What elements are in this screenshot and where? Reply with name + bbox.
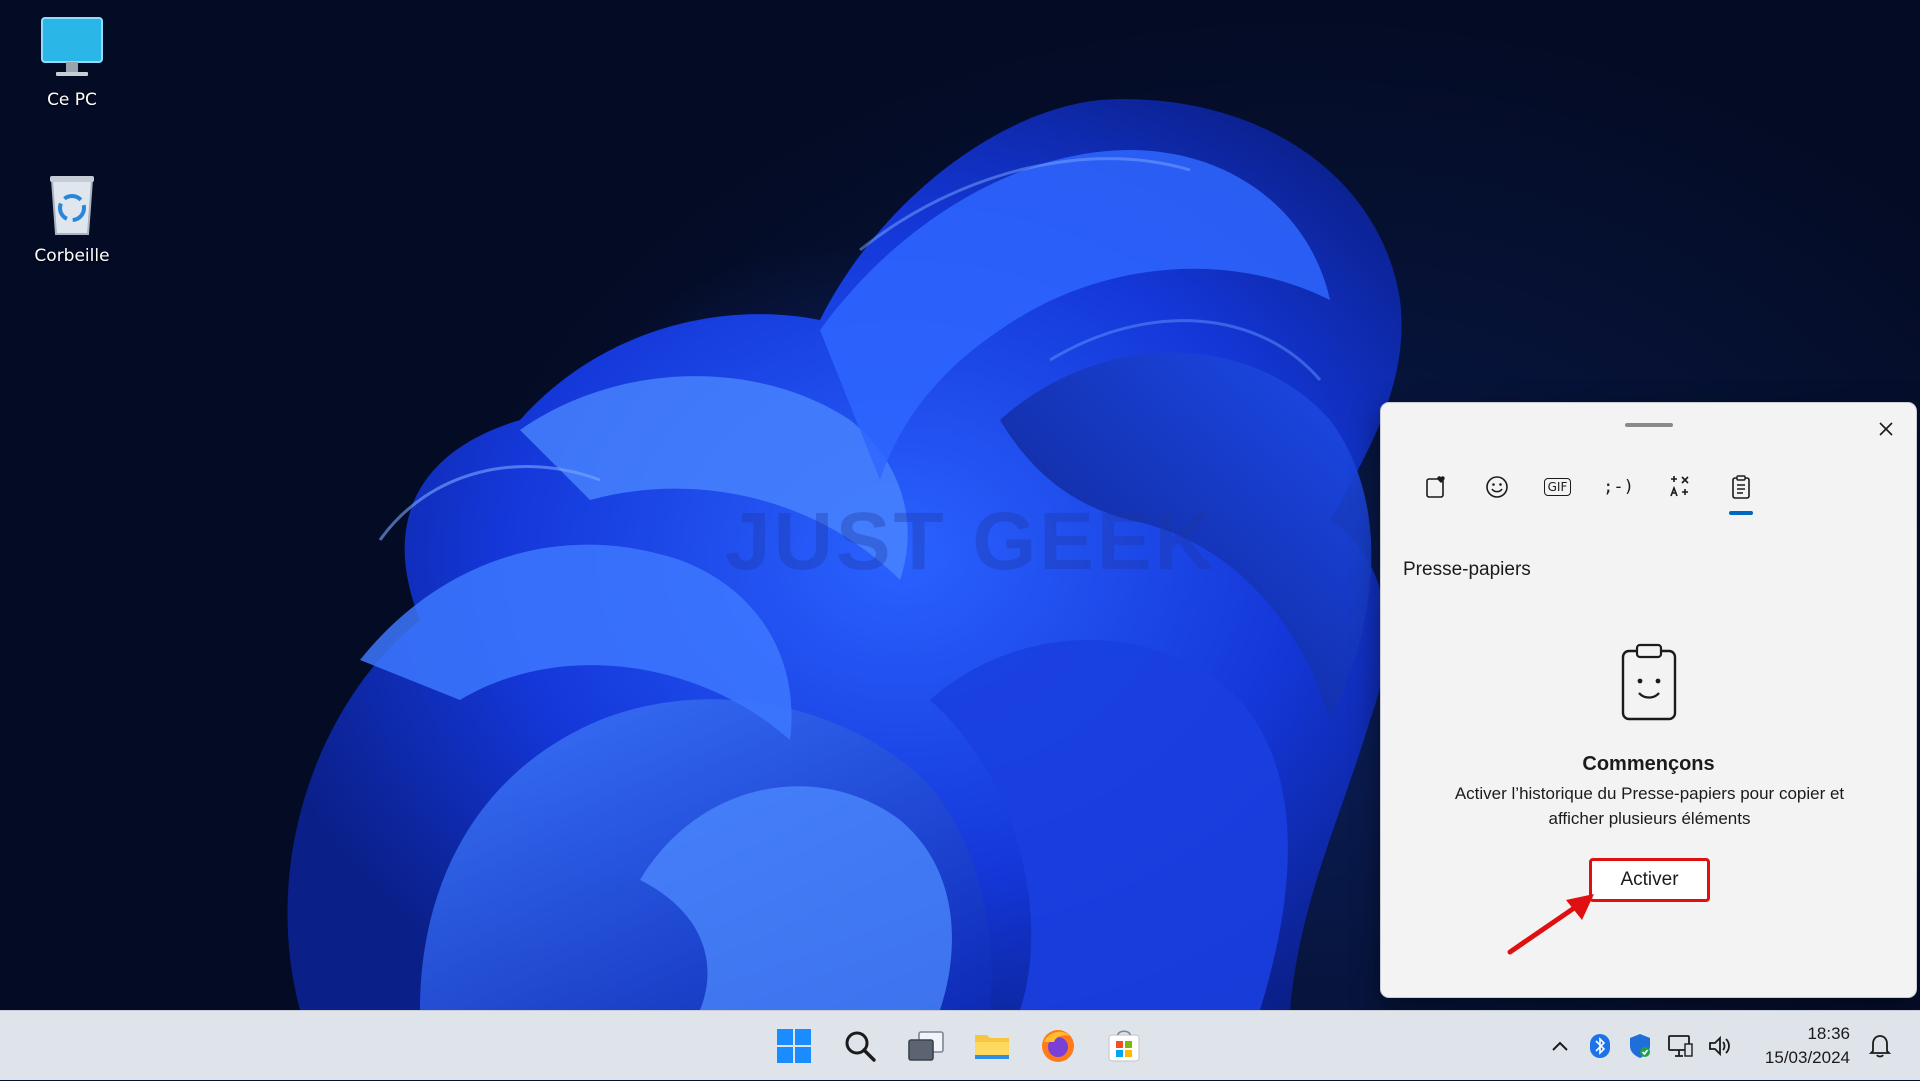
start-button[interactable] [770,1022,818,1070]
symbols-icon [1669,476,1689,497]
desktop-icon-label: Ce PC [47,90,97,110]
clipboard-icon [1731,475,1750,499]
clipboard-smile-icon [1621,643,1677,721]
windows-security-button[interactable] [1620,1026,1660,1066]
windows-logo-icon [777,1029,811,1063]
taskbar: 18:36 15/03/2024 [0,1010,1920,1080]
file-explorer-button[interactable] [968,1022,1016,1070]
empty-state-description: Activer l’historique du Presse-papiers p… [1454,784,1845,828]
watermark-text: JUST GEEK [725,496,1217,587]
clock-time: 18:36 [1807,1024,1850,1043]
volume-icon [1709,1035,1730,1057]
desktop-icon-ce-pc[interactable]: Ce PC [17,12,127,110]
monitor-icon [41,17,103,76]
clock[interactable]: 18:36 15/03/2024 [1740,1022,1850,1070]
notification-bell-icon [1869,1035,1891,1058]
security-shield-icon [1630,1034,1650,1058]
panel-tabs: GIF ;-) [1405,457,1771,517]
chevron-up-icon [1552,1041,1568,1051]
store-icon [1108,1030,1140,1062]
desktop-icon-corbeille[interactable]: Corbeille [17,168,127,266]
desktop-icon-label: Corbeille [34,246,110,266]
heart-clipboard-icon [1425,476,1445,498]
bluetooth-icon [1590,1034,1610,1058]
close-button[interactable] [1872,415,1900,443]
smiley-icon [1485,476,1508,498]
network-icon [1668,1035,1693,1057]
task-view-button[interactable] [902,1022,950,1070]
gif-icon: GIF [1543,478,1572,496]
network-button[interactable] [1660,1026,1700,1066]
tab-gif[interactable]: GIF [1527,457,1588,517]
tab-symbols[interactable] [1649,457,1710,517]
clock-date: 15/03/2024 [1764,1048,1850,1067]
red-arrow-annotation [1507,894,1594,955]
close-icon [1879,422,1893,436]
show-hidden-icons-button[interactable] [1540,1026,1580,1066]
tab-kaomoji[interactable]: ;-) [1588,457,1649,517]
kaomoji-icon: ;-) [1603,477,1634,497]
recycle-bin-icon [50,176,94,235]
drag-handle[interactable] [1625,423,1673,427]
tab-emoji[interactable] [1466,457,1527,517]
search-button[interactable] [836,1022,884,1070]
firefox-button[interactable] [1034,1022,1082,1070]
clipboard-panel: GIF ;-) Presse-papiers Commençons Active… [1380,402,1917,998]
folder-icon [975,1035,1009,1059]
system-tray: 18:36 15/03/2024 [1540,1011,1920,1081]
taskbar-apps [770,1011,1148,1081]
microsoft-store-button[interactable] [1100,1022,1148,1070]
firefox-icon [1042,1030,1074,1062]
volume-button[interactable] [1700,1026,1740,1066]
section-title: Presse-papiers [1403,559,1531,580]
tab-favorites[interactable] [1405,457,1466,517]
notifications-button[interactable] [1860,1026,1900,1066]
search-icon [845,1031,876,1062]
bluetooth-button[interactable] [1580,1026,1620,1066]
empty-state-title: Commençons [1582,753,1715,775]
task-view-icon [908,1031,944,1061]
tab-clipboard[interactable] [1710,457,1771,517]
